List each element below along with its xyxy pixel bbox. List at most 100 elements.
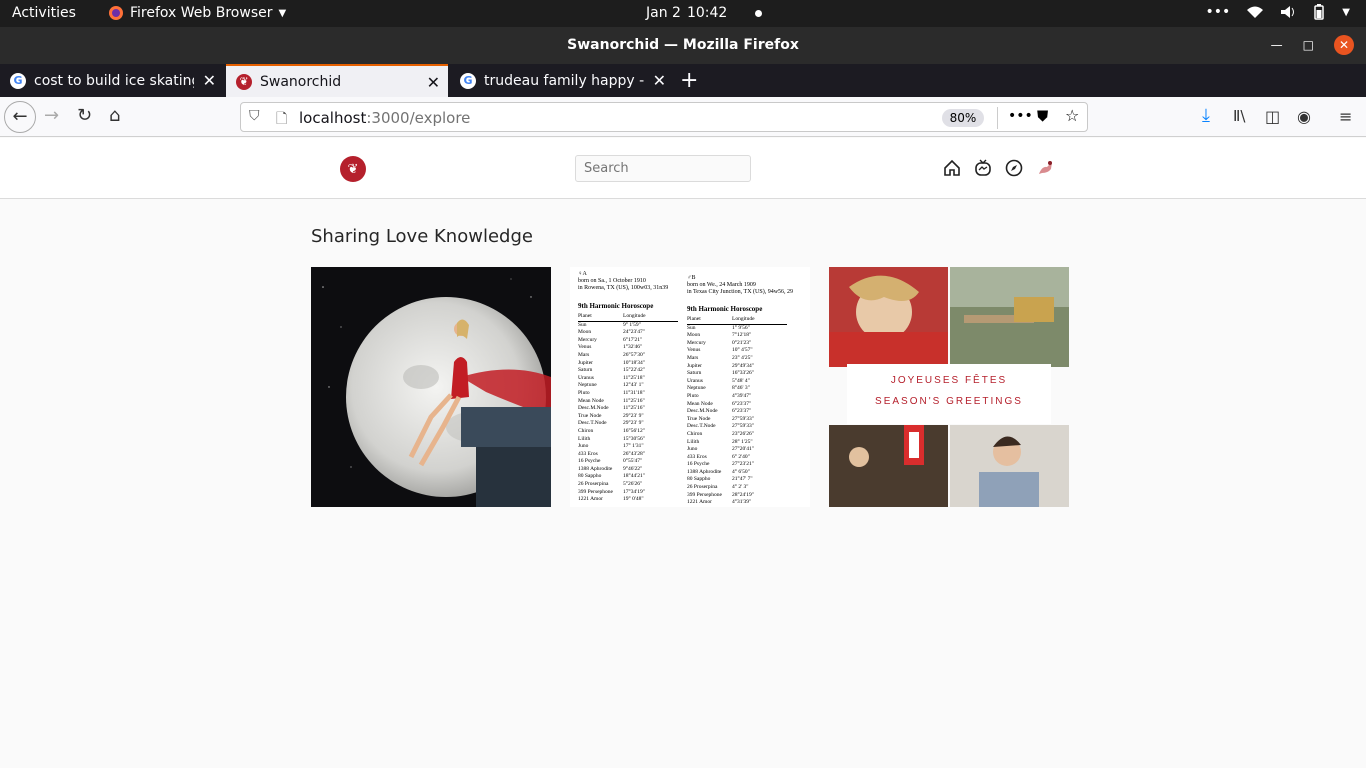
- planet-name: Mean Node: [687, 400, 713, 407]
- birth-line: born on Sa., 1 October 1910: [578, 278, 646, 284]
- planet-longitude: 11°25'16": [623, 397, 645, 404]
- table-row: Chiron 16°56'12": [578, 428, 678, 436]
- planet-longitude: 5°26'26": [623, 481, 643, 488]
- zoom-badge[interactable]: 80%: [942, 109, 984, 127]
- table-row: 26 Proserpina 4° 2' 3": [687, 484, 787, 492]
- search-input[interactable]: [575, 155, 751, 182]
- table-header: Planet Longitude: [578, 313, 678, 322]
- planet-name: 16 Psyche: [578, 458, 601, 465]
- table-row: Mean Node 11°25'16": [578, 398, 678, 406]
- forward-icon[interactable]: →: [44, 105, 59, 126]
- swanorchid-favicon: ❦: [236, 73, 252, 90]
- url-host: localhost: [299, 109, 367, 127]
- close-tab-icon[interactable]: ✕: [427, 73, 440, 92]
- google-icon: G: [10, 72, 26, 89]
- planet-name: True Node: [578, 412, 602, 419]
- download-icon[interactable]: ⤓: [1202, 105, 1210, 126]
- reload-icon[interactable]: ↻: [77, 105, 92, 126]
- back-icon[interactable]: ←: [4, 101, 36, 133]
- more-icon[interactable]: •••: [1008, 108, 1033, 124]
- messenger-icon[interactable]: [973, 158, 993, 178]
- planet-longitude: 4°39'47": [732, 392, 752, 399]
- place-line: in Texas City Junction, TX (US), 94w56, …: [687, 289, 794, 295]
- table-row: Desc.M.Node 6°23'37": [687, 408, 787, 416]
- table-row: 26 Proserpina 5°26'26": [578, 481, 678, 489]
- planet-name: Jupiter: [687, 362, 702, 369]
- table-row: 16 Psyche 27°23'21": [687, 461, 787, 469]
- navigation-toolbar: ← → ↻ ⌂ ⛉ 🗋 localhost:3000/explore 80% •…: [0, 97, 1366, 137]
- table-row: Desc.M.Node 11°25'16": [578, 405, 678, 413]
- planet-name: Uranus: [578, 374, 594, 381]
- table-row: Moon 7°12'18": [687, 332, 787, 340]
- planet-name: 26 Proserpina: [578, 481, 609, 488]
- greeting-english: SEASON'S GREETINGS: [875, 396, 1023, 407]
- planet-name: Neptune: [687, 385, 706, 392]
- url-bar[interactable]: ⛉ 🗋 localhost:3000/explore 80% ••• ⛊ ☆: [240, 102, 1088, 132]
- table-row: Mean Node 6°23'37": [687, 401, 787, 409]
- table-row: 80 Sappho 18°44'21": [578, 473, 678, 481]
- section-title: Sharing Love Knowledge: [311, 226, 533, 247]
- planet-name: Neptune: [578, 382, 597, 389]
- planet-longitude: 18°44'21": [623, 473, 645, 480]
- more-icon[interactable]: •••: [1206, 4, 1231, 20]
- place-line: in Rowena, TX (US), 100w03, 31n39: [578, 285, 669, 291]
- home-icon[interactable]: [942, 158, 962, 178]
- planet-name: Desc.T.Node: [578, 420, 607, 427]
- tab-label: Swanorchid: [260, 73, 342, 90]
- table-row: Juno 17° 1'31": [578, 443, 678, 451]
- home-icon[interactable]: ⌂: [109, 105, 120, 126]
- activities-button[interactable]: Activities: [12, 5, 76, 21]
- post-moon[interactable]: [311, 267, 551, 507]
- planet-longitude: 21°47' 7": [732, 476, 753, 483]
- table-row: Desc.T.Node 29°23' 9": [578, 420, 678, 428]
- table-header: Planet Longitude: [687, 316, 787, 325]
- post-horoscope[interactable]: ♀A born on Sa., 1 October 1910 in Rowena…: [570, 267, 810, 507]
- explore-icon[interactable]: [1004, 158, 1024, 178]
- table-row: 1221 Amor 4°31'39": [687, 499, 787, 507]
- glyph-female: ♀A: [578, 271, 587, 277]
- planet-longitude: 12°43' 1": [623, 382, 644, 389]
- planet-name: Venus: [687, 347, 701, 354]
- app-menu[interactable]: Firefox Web Browser ▼: [108, 5, 286, 21]
- planet-name: Saturn: [687, 370, 702, 377]
- planet-name: Mean Node: [578, 397, 604, 404]
- menu-icon[interactable]: ≡: [1339, 107, 1352, 126]
- avatar[interactable]: [1036, 158, 1056, 178]
- close-tab-icon[interactable]: ✕: [203, 71, 216, 90]
- logo-icon[interactable]: ❦: [340, 156, 366, 182]
- post-family[interactable]: JOYEUSES FÊTES SEASON'S GREETINGS: [829, 267, 1069, 507]
- planet-name: Moon: [578, 329, 592, 336]
- notification-dot-icon: [755, 9, 763, 17]
- library-icon[interactable]: Ⅱ\: [1233, 107, 1245, 125]
- sidebar-icon[interactable]: ◫: [1265, 107, 1280, 126]
- app-menu-label: Firefox Web Browser: [130, 5, 273, 21]
- app-header: ❦: [0, 138, 1366, 199]
- table-row: Venus 1°32'46": [578, 344, 678, 352]
- clock[interactable]: Jan 2 10:42: [646, 5, 763, 21]
- planet-name: Desc.T.Node: [687, 423, 716, 430]
- page-icon[interactable]: 🗋: [276, 108, 287, 132]
- maximize-icon[interactable]: □: [1303, 38, 1314, 52]
- table-title-left: 9th Harmonic Horoscope: [578, 302, 654, 310]
- system-tray[interactable]: ••• ▼: [1206, 4, 1350, 20]
- planet-longitude: 26°57'30": [623, 351, 645, 358]
- planet-name: Mars: [687, 354, 699, 361]
- planet-name: Mars: [578, 351, 590, 358]
- shield-icon[interactable]: ⛉: [249, 108, 260, 124]
- close-window-icon[interactable]: ✕: [1334, 35, 1354, 55]
- star-icon[interactable]: ☆: [1065, 106, 1079, 125]
- planet-name: Chiron: [578, 427, 594, 434]
- birth-line: born on We., 24 March 1909: [687, 282, 756, 288]
- tab-swanorchid[interactable]: ❦ Swanorchid ✕: [226, 64, 448, 97]
- new-tab-button[interactable]: +: [676, 64, 706, 97]
- planet-name: Desc.M.Node: [578, 405, 609, 412]
- account-icon[interactable]: ◉: [1297, 107, 1311, 126]
- tab-trudeau[interactable]: G trudeau family happy - G ✕: [450, 64, 674, 97]
- pocket-icon[interactable]: ⛊: [1037, 107, 1048, 125]
- url-text[interactable]: localhost:3000/explore: [299, 109, 470, 127]
- minimize-icon[interactable]: —: [1271, 38, 1283, 52]
- close-tab-icon[interactable]: ✕: [653, 71, 666, 90]
- time-label: 10:42: [686, 5, 728, 21]
- tab-ice-skating[interactable]: G cost to build ice skating r ✕: [0, 64, 224, 97]
- table-row: Saturn 15°22'42": [578, 367, 678, 375]
